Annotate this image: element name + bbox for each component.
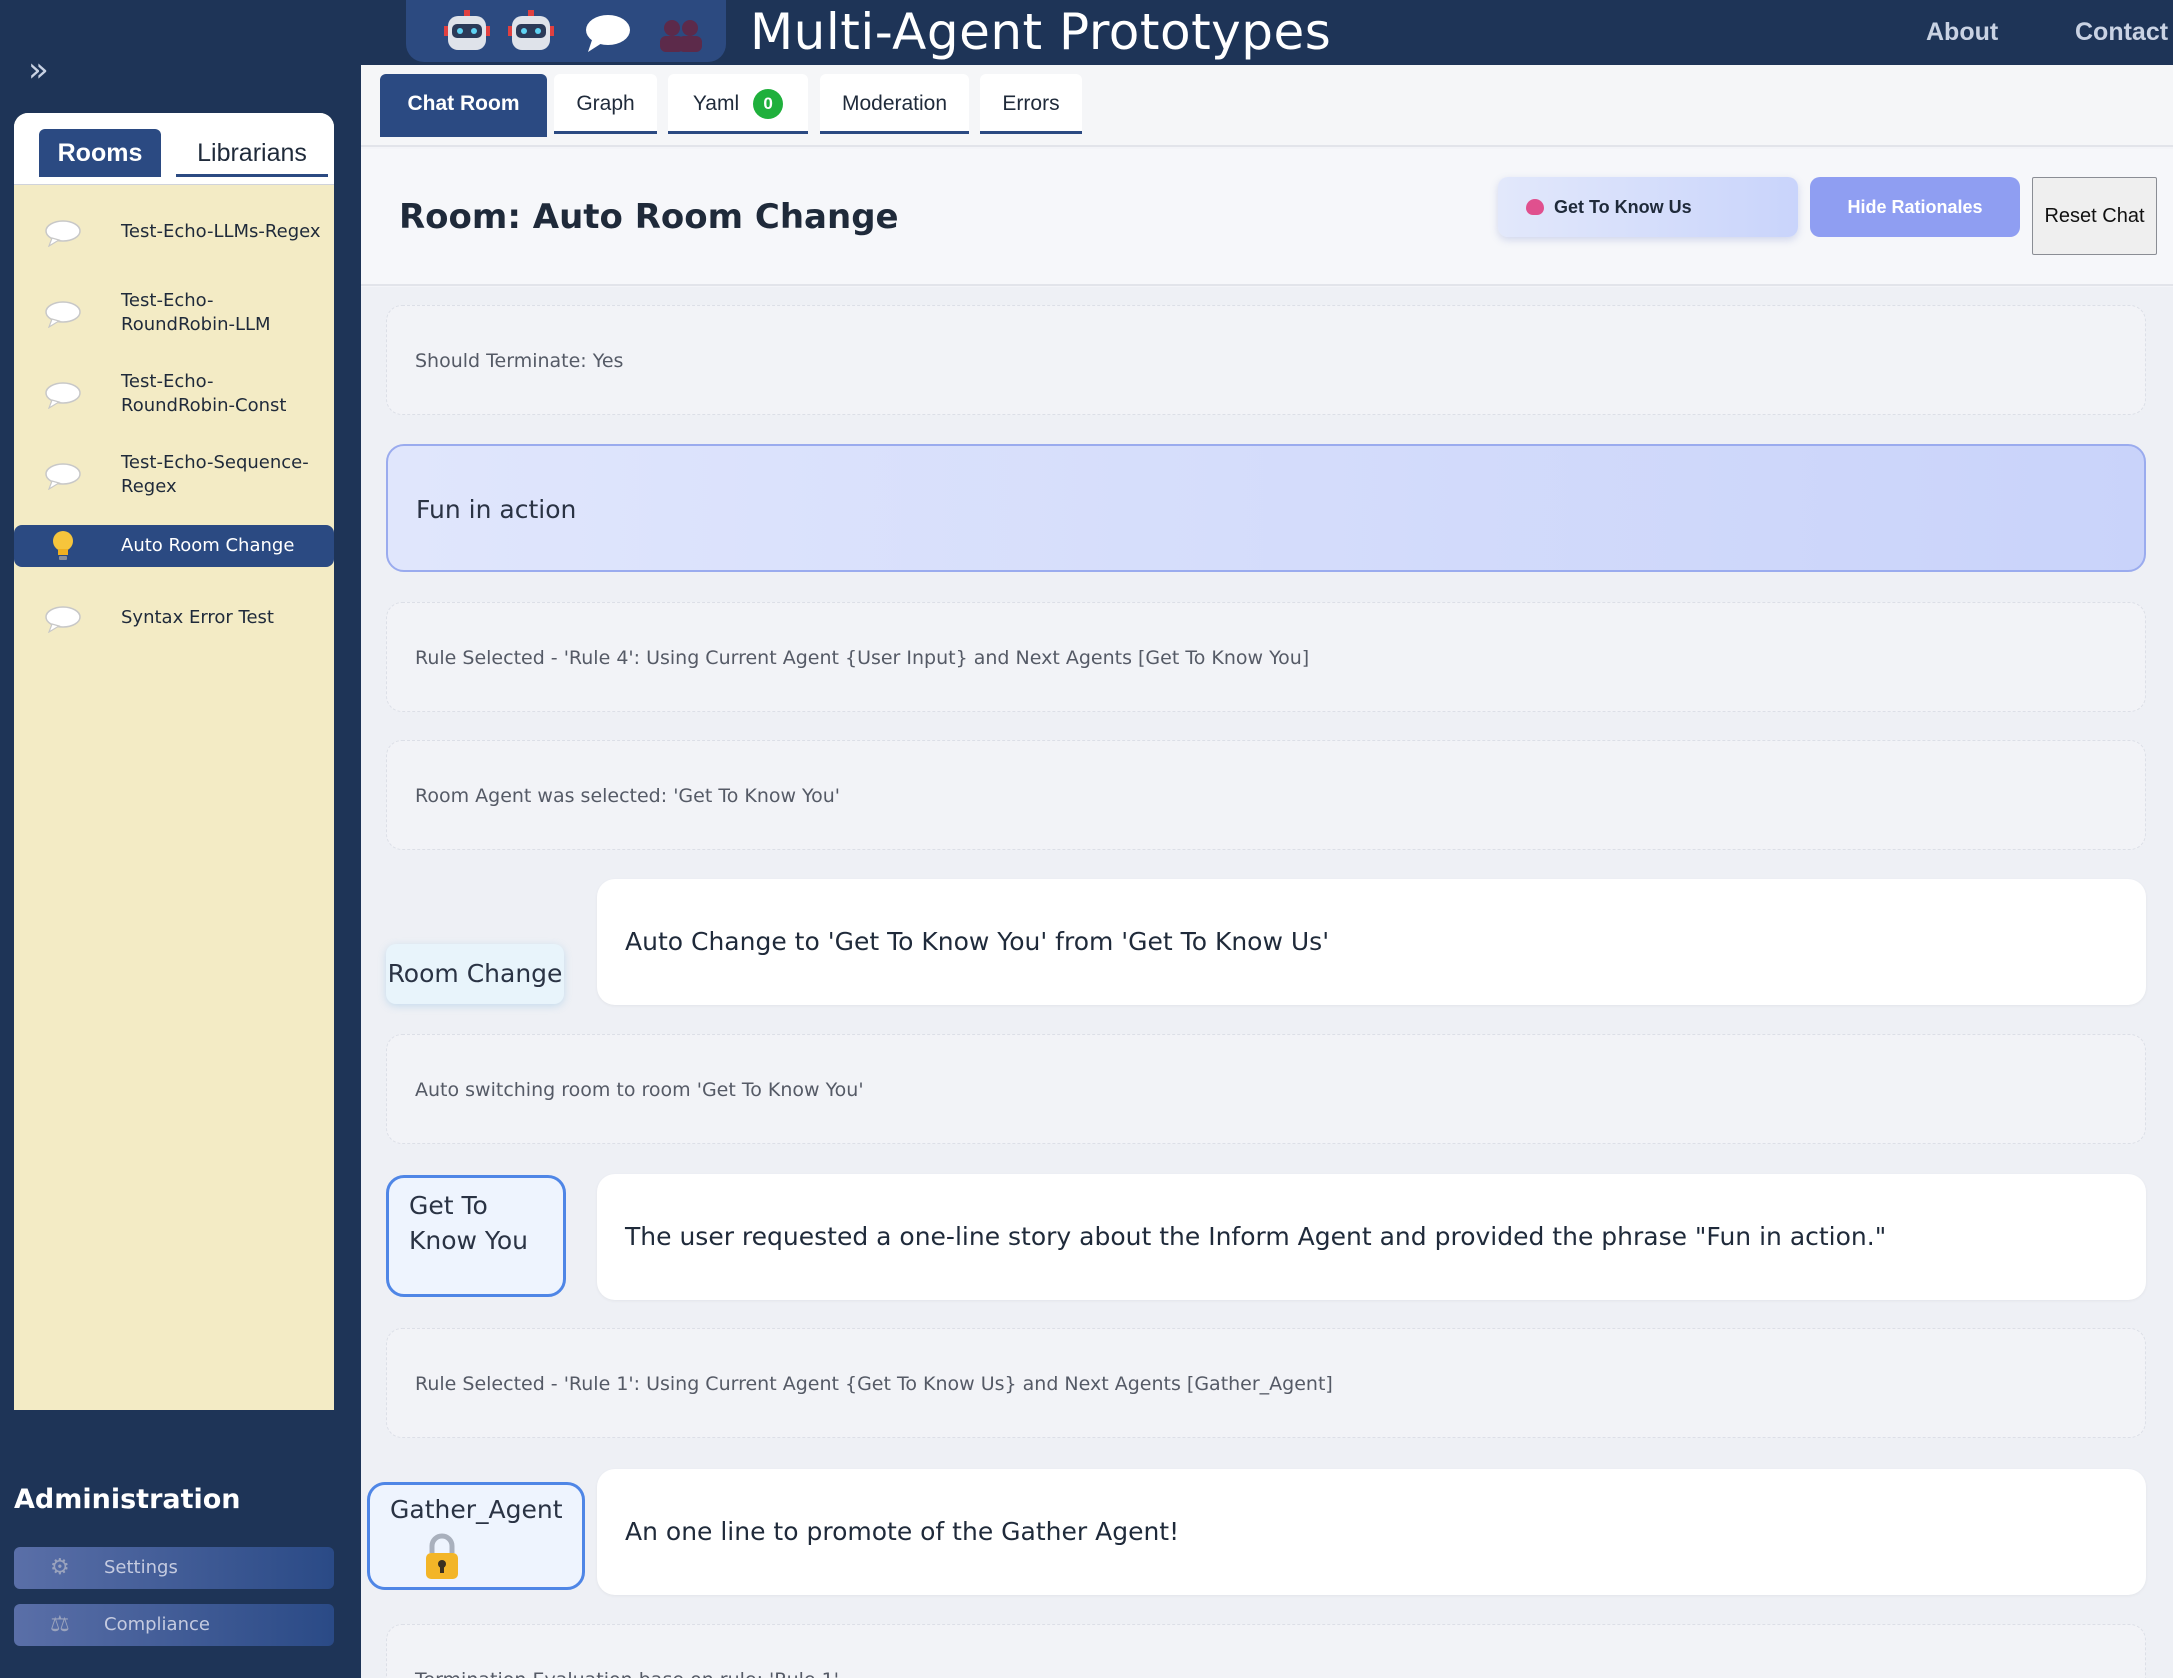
speech-bubble-icon [45, 382, 81, 409]
get-to-know-us-button[interactable]: Get To Know Us [1498, 177, 1798, 237]
lock-icon [426, 1533, 458, 1579]
robot-icon [444, 10, 490, 50]
tab-librarians[interactable]: Librarians [176, 129, 328, 177]
system-message: Termination Evaluation base on rule: 'Ru… [386, 1624, 2146, 1678]
system-message-text: Should Terminate: Yes [415, 350, 624, 372]
system-message: Auto switching room to room 'Get To Know… [386, 1034, 2146, 1144]
system-message-text: Rule Selected - 'Rule 4': Using Current … [415, 647, 1310, 669]
system-message-text: Termination Evaluation base on rule: 'Ru… [415, 1625, 839, 1678]
about-link[interactable]: About [1926, 0, 1998, 65]
speech-bubble-icon [586, 15, 630, 52]
lightbulb-icon [53, 531, 73, 560]
system-message-text: Rule Selected - 'Rule 1': Using Current … [415, 1373, 1333, 1395]
main-tabs: Chat Room Graph Yaml 0 Moderation Errors [361, 65, 2173, 147]
people-icon [660, 20, 702, 52]
settings-button[interactable]: ⚙ Settings [14, 1547, 334, 1589]
room-item-test-echo-roundrobin-llm[interactable]: Test-Echo-RoundRobin-LLM [14, 278, 334, 348]
reset-chat-button[interactable]: Reset Chat [2032, 177, 2157, 255]
page-title: Room: Auto Room Change [399, 197, 899, 237]
scales-icon: ⚖ [50, 1612, 70, 1637]
speech-bubble-icon [45, 301, 81, 328]
room-item-label: Auto Room Change [121, 535, 295, 556]
room-item-label: Test-Echo-RoundRobin-LLM [121, 290, 271, 335]
tab-moderation[interactable]: Moderation [820, 74, 969, 134]
agent-message: The user requested a one-line story abou… [597, 1174, 2146, 1300]
agent-name-get-to-know-you: Get To Know You [386, 1175, 566, 1297]
system-message: Rule Selected - 'Rule 1': Using Current … [386, 1328, 2146, 1438]
robot-icon [508, 10, 554, 50]
compliance-button[interactable]: ⚖ Compliance [14, 1604, 334, 1646]
contact-link[interactable]: Contact [2075, 0, 2168, 65]
agent-name-line: Gather_Agent [390, 1495, 563, 1524]
get-to-know-us-label: Get To Know Us [1554, 197, 1692, 217]
agent-message: Auto Change to 'Get To Know You' from 'G… [597, 879, 2146, 1005]
sidebar: » Rooms Librarians Test-Echo-LLMs-Regex … [0, 0, 361, 1678]
gear-icon: ⚙ [50, 1555, 70, 1580]
agent-message-text: Auto Change to 'Get To Know You' from 'G… [625, 927, 1330, 956]
room-item-test-echo-roundrobin-const[interactable]: Test-Echo-RoundRobin-Const [14, 359, 334, 429]
sidebar-toggle-icon[interactable]: » [28, 50, 49, 90]
tab-yaml-label: Yaml [692, 92, 740, 115]
system-message: Room Agent was selected: 'Get To Know Yo… [386, 740, 2146, 850]
system-message: Rule Selected - 'Rule 4': Using Current … [386, 602, 2146, 712]
sidebar-tabs: Rooms Librarians [14, 113, 334, 185]
room-header: Room: Auto Room Change Get To Know Us Hi… [361, 149, 2173, 286]
user-message-text: Fun in action [416, 495, 577, 524]
settings-label: Settings [104, 1557, 178, 1578]
agent-name-line: Know You [409, 1226, 529, 1255]
room-item-label: Test-Echo-Sequence-Regex [121, 452, 309, 497]
room-item-label: Test-Echo-LLMs-Regex [121, 221, 321, 242]
room-item-auto-room-change[interactable]: Auto Room Change [14, 525, 334, 567]
agent-message-text: The user requested a one-line story abou… [625, 1222, 1887, 1251]
room-item-label: Syntax Error Test [121, 607, 274, 628]
tab-rooms[interactable]: Rooms [39, 129, 161, 177]
tab-errors[interactable]: Errors [980, 74, 1082, 134]
chat-log: Should Terminate: Yes Fun in action Rule… [361, 287, 2173, 1678]
hide-rationales-button[interactable]: Hide Rationales [1810, 177, 2020, 237]
room-item-label: Test-Echo-RoundRobin-Const [121, 371, 287, 416]
tab-yaml[interactable]: Yaml 0 [668, 74, 808, 134]
compliance-label: Compliance [104, 1614, 210, 1635]
tab-chat-room[interactable]: Chat Room [380, 74, 547, 137]
speech-bubble-icon [45, 463, 81, 490]
yaml-count-badge: 0 [753, 89, 784, 120]
agent-message-text: An one line to promote of the Gather Age… [625, 1517, 1180, 1546]
user-message: Fun in action [386, 444, 2146, 572]
agent-message: An one line to promote of the Gather Age… [597, 1469, 2146, 1595]
logo-group [406, 0, 726, 62]
system-message-text: Room Agent was selected: 'Get To Know Yo… [415, 785, 841, 807]
agent-name-line: Get To [409, 1191, 488, 1220]
room-item-test-echo-sequence-regex[interactable]: Test-Echo-Sequence-Regex [14, 440, 334, 510]
room-item-syntax-error-test[interactable]: Syntax Error Test [14, 583, 334, 653]
speech-bubble-icon [45, 606, 81, 633]
speech-bubble-icon [45, 220, 81, 247]
agent-name-room-change: Room Change [386, 944, 564, 1004]
room-item-test-echo-llms-regex[interactable]: Test-Echo-LLMs-Regex [14, 197, 334, 267]
rooms-panel: Rooms Librarians Test-Echo-LLMs-Regex Te… [14, 113, 334, 1410]
agent-name-gather-agent: Gather_Agent [367, 1482, 585, 1590]
system-message-text: Auto switching room to room 'Get To Know… [415, 1079, 864, 1101]
app-title: Multi-Agent Prototypes [750, 3, 1332, 61]
brain-icon [1526, 199, 1544, 215]
administration-heading: Administration [14, 1484, 241, 1515]
system-message: Should Terminate: Yes [386, 305, 2146, 415]
tab-graph[interactable]: Graph [554, 74, 657, 134]
